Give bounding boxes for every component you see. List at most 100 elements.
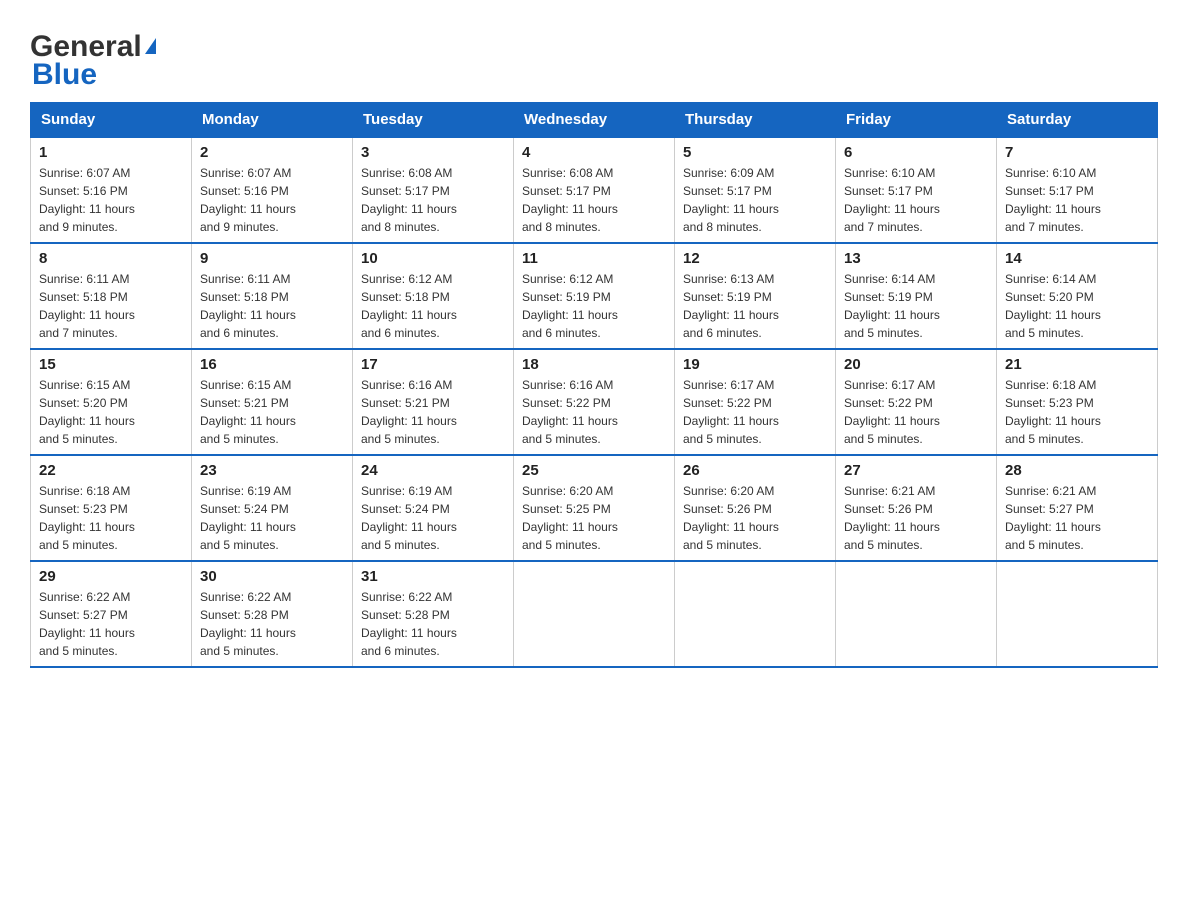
calendar-cell: 25 Sunrise: 6:20 AMSunset: 5:25 PMDayligh… bbox=[514, 455, 675, 561]
day-info: Sunrise: 6:19 AMSunset: 5:24 PMDaylight:… bbox=[200, 482, 344, 554]
calendar-cell: 11 Sunrise: 6:12 AMSunset: 5:19 PMDayligh… bbox=[514, 243, 675, 349]
calendar-cell: 9Sunrise: 6:11 AMSunset: 5:18 PMDaylight… bbox=[192, 243, 353, 349]
day-info: Sunrise: 6:08 AMSunset: 5:17 PMDaylight:… bbox=[361, 164, 505, 236]
week-row-1: 1 Sunrise: 6:07 AMSunset: 5:16 PMDaylight… bbox=[31, 137, 1158, 243]
day-info: Sunrise: 6:17 AMSunset: 5:22 PMDaylight:… bbox=[683, 376, 827, 448]
calendar-cell: 2 Sunrise: 6:07 AMSunset: 5:16 PMDaylight… bbox=[192, 137, 353, 243]
week-row-3: 15 Sunrise: 6:15 AMSunset: 5:20 PMDayligh… bbox=[31, 349, 1158, 455]
calendar-cell: 29 Sunrise: 6:22 AMSunset: 5:27 PMDayligh… bbox=[31, 561, 192, 667]
day-info: Sunrise: 6:10 AMSunset: 5:17 PMDaylight:… bbox=[1005, 164, 1149, 236]
day-number: 15 bbox=[39, 356, 183, 373]
calendar-table: SundayMondayTuesdayWednesdayThursdayFrid… bbox=[30, 102, 1158, 668]
day-number: 7 bbox=[1005, 144, 1149, 161]
day-number: 6 bbox=[844, 144, 988, 161]
day-info: Sunrise: 6:08 AMSunset: 5:17 PMDaylight:… bbox=[522, 164, 666, 236]
calendar-cell bbox=[514, 561, 675, 667]
calendar-cell: 26Sunrise: 6:20 AMSunset: 5:26 PMDayligh… bbox=[675, 455, 836, 561]
calendar-cell bbox=[675, 561, 836, 667]
day-number: 10 bbox=[361, 250, 505, 267]
header-saturday: Saturday bbox=[997, 103, 1158, 138]
calendar-cell: 15 Sunrise: 6:15 AMSunset: 5:20 PMDayligh… bbox=[31, 349, 192, 455]
day-info: Sunrise: 6:21 AMSunset: 5:26 PMDaylight:… bbox=[844, 482, 988, 554]
day-info: Sunrise: 6:09 AMSunset: 5:17 PMDaylight:… bbox=[683, 164, 827, 236]
day-number: 12 bbox=[683, 250, 827, 267]
calendar-cell: 7 Sunrise: 6:10 AMSunset: 5:17 PMDaylight… bbox=[997, 137, 1158, 243]
day-info: Sunrise: 6:14 AMSunset: 5:20 PMDaylight:… bbox=[1005, 270, 1149, 342]
day-info: Sunrise: 6:19 AMSunset: 5:24 PMDaylight:… bbox=[361, 482, 505, 554]
day-info: Sunrise: 6:20 AMSunset: 5:25 PMDaylight:… bbox=[522, 482, 666, 554]
day-info: Sunrise: 6:18 AMSunset: 5:23 PMDaylight:… bbox=[39, 482, 183, 554]
day-info: Sunrise: 6:22 AMSunset: 5:28 PMDaylight:… bbox=[361, 588, 505, 660]
day-number: 22 bbox=[39, 462, 183, 479]
calendar-cell: 31 Sunrise: 6:22 AMSunset: 5:28 PMDayligh… bbox=[353, 561, 514, 667]
day-info: Sunrise: 6:07 AMSunset: 5:16 PMDaylight:… bbox=[39, 164, 183, 236]
day-info: Sunrise: 6:17 AMSunset: 5:22 PMDaylight:… bbox=[844, 376, 988, 448]
day-number: 2 bbox=[200, 144, 344, 161]
calendar-cell: 13 Sunrise: 6:14 AMSunset: 5:19 PMDayligh… bbox=[836, 243, 997, 349]
header-wednesday: Wednesday bbox=[514, 103, 675, 138]
day-number: 23 bbox=[200, 462, 344, 479]
calendar-header-row: SundayMondayTuesdayWednesdayThursdayFrid… bbox=[31, 103, 1158, 138]
logo-area: General Blue bbox=[30, 30, 156, 92]
day-info: Sunrise: 6:14 AMSunset: 5:19 PMDaylight:… bbox=[844, 270, 988, 342]
day-number: 11 bbox=[522, 250, 666, 267]
day-number: 4 bbox=[522, 144, 666, 161]
calendar-cell: 6 Sunrise: 6:10 AMSunset: 5:17 PMDaylight… bbox=[836, 137, 997, 243]
logo-triangle-icon bbox=[145, 38, 156, 54]
day-info: Sunrise: 6:22 AMSunset: 5:28 PMDaylight:… bbox=[200, 588, 344, 660]
header-monday: Monday bbox=[192, 103, 353, 138]
week-row-4: 22 Sunrise: 6:18 AMSunset: 5:23 PMDayligh… bbox=[31, 455, 1158, 561]
calendar-cell: 21 Sunrise: 6:18 AMSunset: 5:23 PMDayligh… bbox=[997, 349, 1158, 455]
day-info: Sunrise: 6:20 AMSunset: 5:26 PMDaylight:… bbox=[683, 482, 827, 554]
day-number: 5 bbox=[683, 144, 827, 161]
day-number: 25 bbox=[522, 462, 666, 479]
day-info: Sunrise: 6:11 AMSunset: 5:18 PMDaylight:… bbox=[39, 270, 183, 342]
day-number: 13 bbox=[844, 250, 988, 267]
calendar-cell: 24 Sunrise: 6:19 AMSunset: 5:24 PMDayligh… bbox=[353, 455, 514, 561]
calendar-cell: 19 Sunrise: 6:17 AMSunset: 5:22 PMDayligh… bbox=[675, 349, 836, 455]
calendar-cell: 30 Sunrise: 6:22 AMSunset: 5:28 PMDayligh… bbox=[192, 561, 353, 667]
day-info: Sunrise: 6:22 AMSunset: 5:27 PMDaylight:… bbox=[39, 588, 183, 660]
day-number: 24 bbox=[361, 462, 505, 479]
day-number: 27 bbox=[844, 462, 988, 479]
day-info: Sunrise: 6:18 AMSunset: 5:23 PMDaylight:… bbox=[1005, 376, 1149, 448]
calendar-cell: 3Sunrise: 6:08 AMSunset: 5:17 PMDaylight… bbox=[353, 137, 514, 243]
week-row-2: 8 Sunrise: 6:11 AMSunset: 5:18 PMDaylight… bbox=[31, 243, 1158, 349]
calendar-cell: 16Sunrise: 6:15 AMSunset: 5:21 PMDayligh… bbox=[192, 349, 353, 455]
header-friday: Friday bbox=[836, 103, 997, 138]
header-thursday: Thursday bbox=[675, 103, 836, 138]
day-info: Sunrise: 6:21 AMSunset: 5:27 PMDaylight:… bbox=[1005, 482, 1149, 554]
day-number: 9 bbox=[200, 250, 344, 267]
day-number: 20 bbox=[844, 356, 988, 373]
calendar-cell: 18Sunrise: 6:16 AMSunset: 5:22 PMDayligh… bbox=[514, 349, 675, 455]
day-info: Sunrise: 6:12 AMSunset: 5:18 PMDaylight:… bbox=[361, 270, 505, 342]
day-info: Sunrise: 6:10 AMSunset: 5:17 PMDaylight:… bbox=[844, 164, 988, 236]
day-number: 31 bbox=[361, 568, 505, 585]
page-header: General Blue bbox=[30, 20, 1158, 92]
day-number: 21 bbox=[1005, 356, 1149, 373]
day-info: Sunrise: 6:15 AMSunset: 5:20 PMDaylight:… bbox=[39, 376, 183, 448]
calendar-cell: 28Sunrise: 6:21 AMSunset: 5:27 PMDayligh… bbox=[997, 455, 1158, 561]
day-info: Sunrise: 6:16 AMSunset: 5:22 PMDaylight:… bbox=[522, 376, 666, 448]
day-number: 29 bbox=[39, 568, 183, 585]
calendar-cell: 12Sunrise: 6:13 AMSunset: 5:19 PMDayligh… bbox=[675, 243, 836, 349]
day-info: Sunrise: 6:16 AMSunset: 5:21 PMDaylight:… bbox=[361, 376, 505, 448]
day-info: Sunrise: 6:07 AMSunset: 5:16 PMDaylight:… bbox=[200, 164, 344, 236]
day-number: 19 bbox=[683, 356, 827, 373]
calendar-cell: 27 Sunrise: 6:21 AMSunset: 5:26 PMDayligh… bbox=[836, 455, 997, 561]
calendar-cell: 14 Sunrise: 6:14 AMSunset: 5:20 PMDayligh… bbox=[997, 243, 1158, 349]
day-number: 30 bbox=[200, 568, 344, 585]
calendar-cell: 22 Sunrise: 6:18 AMSunset: 5:23 PMDayligh… bbox=[31, 455, 192, 561]
day-number: 1 bbox=[39, 144, 183, 161]
day-number: 17 bbox=[361, 356, 505, 373]
header-sunday: Sunday bbox=[31, 103, 192, 138]
day-info: Sunrise: 6:15 AMSunset: 5:21 PMDaylight:… bbox=[200, 376, 344, 448]
day-number: 14 bbox=[1005, 250, 1149, 267]
calendar-cell: 23 Sunrise: 6:19 AMSunset: 5:24 PMDayligh… bbox=[192, 455, 353, 561]
calendar-cell bbox=[836, 561, 997, 667]
logo-blue-text: Blue bbox=[32, 58, 97, 92]
week-row-5: 29 Sunrise: 6:22 AMSunset: 5:27 PMDayligh… bbox=[31, 561, 1158, 667]
day-number: 8 bbox=[39, 250, 183, 267]
calendar-cell: 20 Sunrise: 6:17 AMSunset: 5:22 PMDayligh… bbox=[836, 349, 997, 455]
day-info: Sunrise: 6:12 AMSunset: 5:19 PMDaylight:… bbox=[522, 270, 666, 342]
